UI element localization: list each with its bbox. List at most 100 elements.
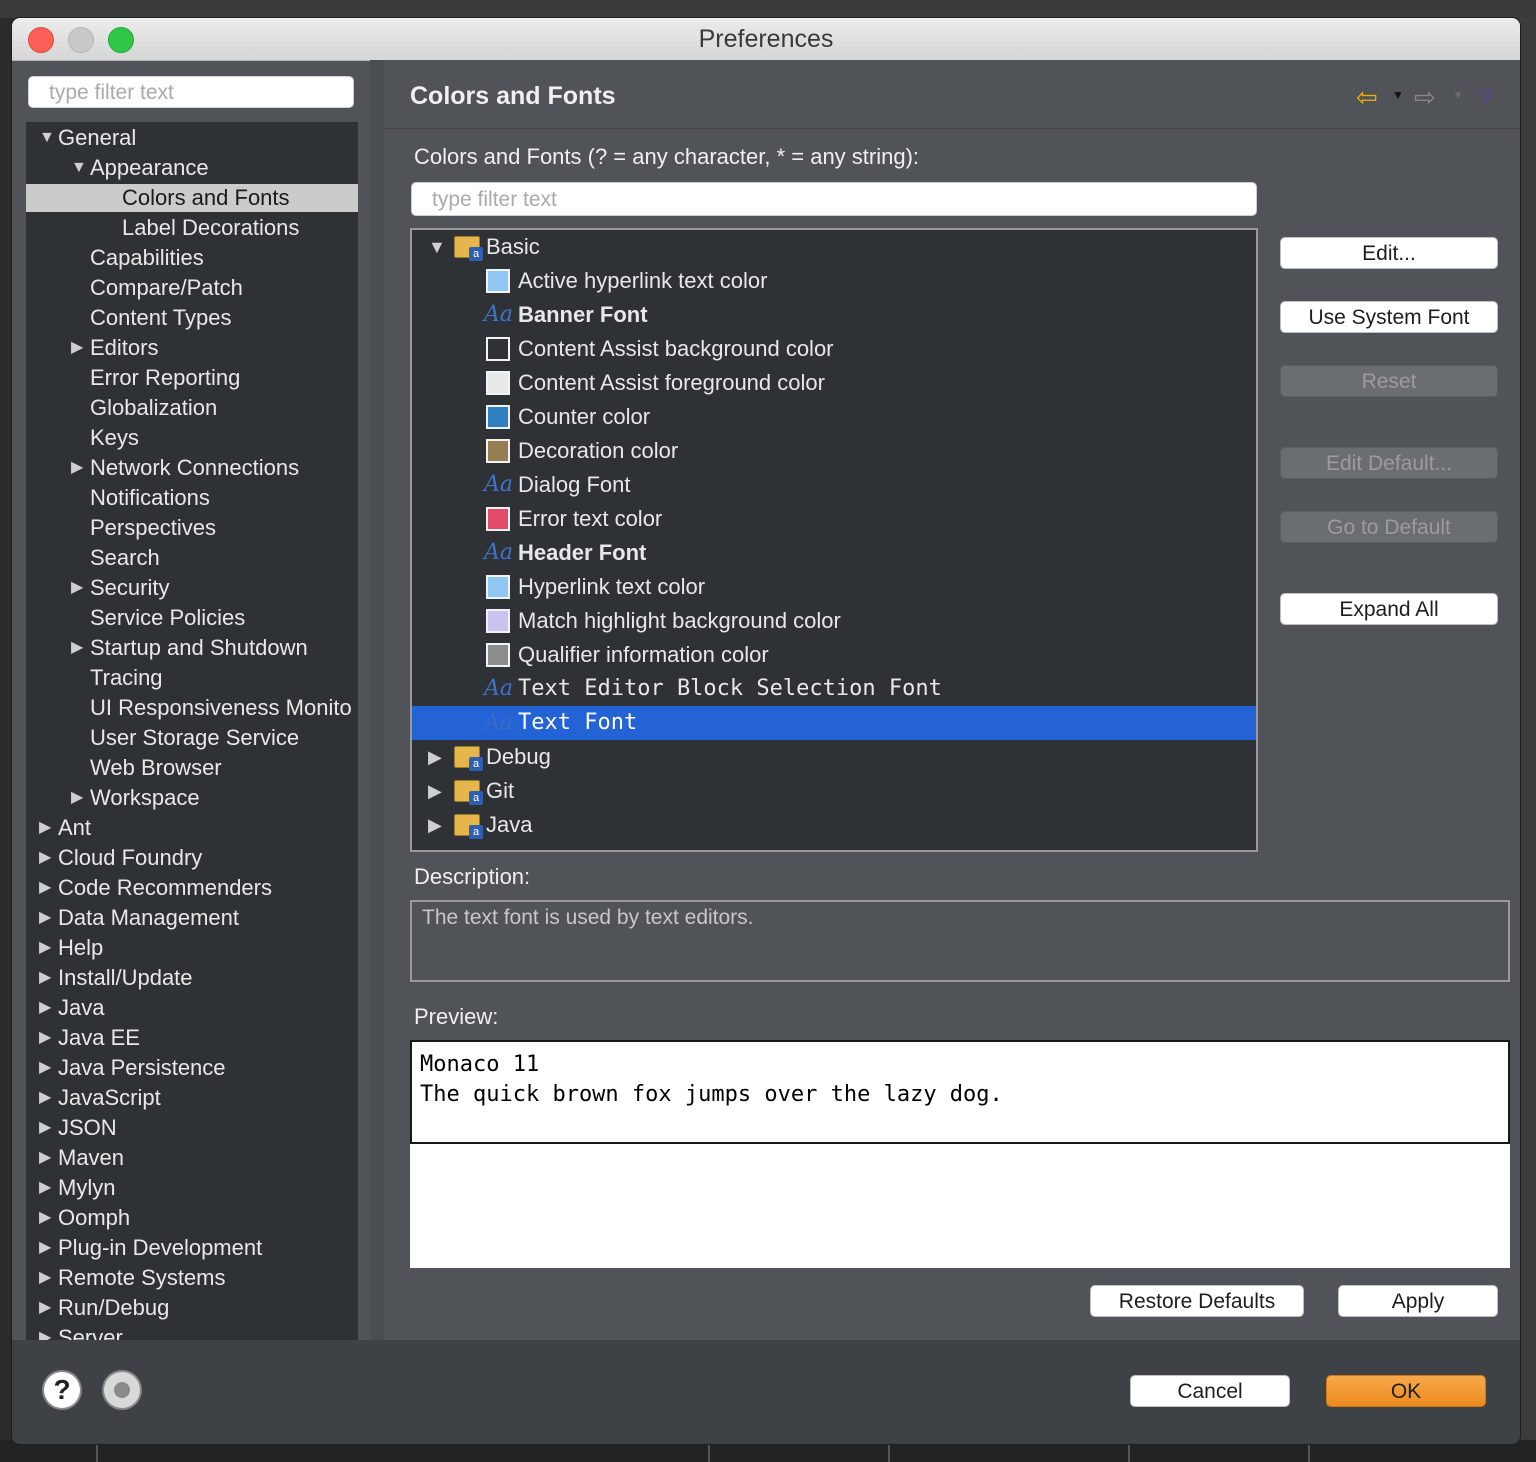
collapsed-triangle-icon[interactable]: ▶ <box>71 784 83 812</box>
restore-defaults-button[interactable]: Restore Defaults <box>1090 1285 1304 1317</box>
collapsed-triangle-icon[interactable]: ▶ <box>71 574 83 602</box>
tree-item[interactable]: ▶ Java Persistence <box>26 1054 358 1082</box>
tree-item[interactable]: ▶ Maven <box>26 1144 358 1172</box>
color-row[interactable]: Active hyperlink text color <box>412 264 1256 298</box>
collapsed-triangle-icon[interactable]: ▶ <box>428 740 442 774</box>
tree-item[interactable]: Label Decorations <box>26 214 358 242</box>
tree-item[interactable]: UI Responsiveness Monito <box>26 694 358 722</box>
font-row[interactable]: Aa Text Font <box>412 706 1256 740</box>
collapsed-triangle-icon[interactable]: ▶ <box>39 964 51 992</box>
tree-item[interactable]: Search <box>26 544 358 572</box>
font-row[interactable]: Aa Text Editor Block Selection Font <box>412 672 1256 706</box>
tree-item[interactable]: ▶ Java EE <box>26 1024 358 1052</box>
color-row[interactable]: Decoration color <box>412 434 1256 468</box>
category-row[interactable]: ▶ a Java <box>412 808 1256 842</box>
tree-item[interactable]: ▶ Run/Debug <box>26 1294 358 1322</box>
colors-fonts-tree[interactable]: ▼ a Basic Active hyperlink text color Aa Bann… <box>410 228 1258 852</box>
use-system-font-button[interactable]: Use System Font <box>1280 301 1498 333</box>
font-row[interactable]: Aa Banner Font <box>412 298 1256 332</box>
category-row[interactable]: ▼ a Basic <box>412 230 1256 264</box>
tree-item[interactable]: ▶ Network Connections <box>26 454 358 482</box>
collapsed-triangle-icon[interactable]: ▶ <box>39 934 51 962</box>
collapsed-triangle-icon[interactable]: ▶ <box>428 774 442 808</box>
collapsed-triangle-icon[interactable]: ▶ <box>39 1264 51 1292</box>
tree-item[interactable]: ▶ Workspace <box>26 784 358 812</box>
tree-item[interactable]: ▶ Plug-in Development <box>26 1234 358 1262</box>
apply-button[interactable]: Apply <box>1338 1285 1498 1317</box>
font-row[interactable]: Aa Dialog Font <box>412 468 1256 502</box>
forward-history-dropdown-icon[interactable]: ▼ <box>1452 88 1464 102</box>
category-row[interactable]: ▶ a Git <box>412 774 1256 808</box>
tree-item[interactable]: Web Browser <box>26 754 358 782</box>
help-icon[interactable]: ? <box>44 1372 80 1408</box>
tree-item[interactable]: ▶ Data Management <box>26 904 358 932</box>
category-row[interactable]: ▶ a Debug <box>412 740 1256 774</box>
collapsed-triangle-icon[interactable]: ▶ <box>39 1234 51 1262</box>
tree-item[interactable]: ▶ Install/Update <box>26 964 358 992</box>
tree-item[interactable]: ▶ Code Recommenders <box>26 874 358 902</box>
collapsed-triangle-icon[interactable]: ▶ <box>39 1294 51 1322</box>
tree-item[interactable]: Keys <box>26 424 358 452</box>
tree-item[interactable]: User Storage Service <box>26 724 358 752</box>
collapsed-triangle-icon[interactable]: ▶ <box>39 994 51 1022</box>
tree-item[interactable]: Content Types <box>26 304 358 332</box>
collapsed-triangle-icon[interactable]: ▶ <box>39 844 51 872</box>
tree-item[interactable]: ▶ Help <box>26 934 358 962</box>
tree-item[interactable]: ▶ Editors <box>26 334 358 362</box>
tree-item[interactable]: Perspectives <box>26 514 358 542</box>
collapsed-triangle-icon[interactable]: ▶ <box>39 1114 51 1142</box>
tree-item[interactable]: ▼ General <box>26 124 358 152</box>
font-row[interactable]: Aa Header Font <box>412 536 1256 570</box>
tree-item[interactable]: Service Policies <box>26 604 358 632</box>
preferences-tree[interactable]: ▼ General ▼ Appearance Colors and Fonts Label… <box>26 122 358 1342</box>
reset-button[interactable]: Reset <box>1280 365 1498 397</box>
color-row[interactable]: Content Assist foreground color <box>412 366 1256 400</box>
collapsed-triangle-icon[interactable]: ▶ <box>39 1054 51 1082</box>
expanded-triangle-icon[interactable]: ▼ <box>428 230 446 264</box>
collapsed-triangle-icon[interactable]: ▶ <box>428 808 442 842</box>
tree-item[interactable]: Globalization <box>26 394 358 422</box>
tree-item[interactable]: ▶ Security <box>26 574 358 602</box>
tree-item[interactable]: ▶ Mylyn <box>26 1174 358 1202</box>
color-row[interactable]: Counter color <box>412 400 1256 434</box>
collapsed-triangle-icon[interactable]: ▶ <box>39 1144 51 1172</box>
collapsed-triangle-icon[interactable]: ▶ <box>71 454 83 482</box>
color-row[interactable]: Hyperlink text color <box>412 570 1256 604</box>
back-arrow-icon[interactable]: ⇦ <box>1356 82 1378 113</box>
color-row[interactable]: Qualifier information color <box>412 638 1256 672</box>
oomph-preference-recorder-icon[interactable] <box>104 1372 140 1408</box>
tree-item[interactable]: Notifications <box>26 484 358 512</box>
go-to-default-button[interactable]: Go to Default <box>1280 511 1498 543</box>
colors-fonts-filter-input[interactable]: type filter text <box>411 182 1257 216</box>
collapsed-triangle-icon[interactable]: ▶ <box>39 1024 51 1052</box>
tree-item[interactable]: ▶ JavaScript <box>26 1084 358 1112</box>
tree-item[interactable]: ▶ Ant <box>26 814 358 842</box>
tree-item[interactable]: ▶ Startup and Shutdown <box>26 634 358 662</box>
tree-item[interactable]: Tracing <box>26 664 358 692</box>
collapsed-triangle-icon[interactable]: ▶ <box>71 634 83 662</box>
tree-item[interactable]: Error Reporting <box>26 364 358 392</box>
collapsed-triangle-icon[interactable]: ▶ <box>71 334 83 362</box>
preferences-filter-input[interactable]: type filter text <box>28 76 354 108</box>
collapsed-triangle-icon[interactable]: ▶ <box>39 1204 51 1232</box>
collapsed-triangle-icon[interactable]: ▶ <box>39 814 51 842</box>
cancel-button[interactable]: Cancel <box>1130 1375 1290 1407</box>
forward-arrow-icon[interactable]: ⇨ <box>1414 82 1436 113</box>
expanded-triangle-icon[interactable]: ▼ <box>39 124 55 152</box>
collapsed-triangle-icon[interactable]: ▶ <box>39 1084 51 1112</box>
edit-default-button[interactable]: Edit Default... <box>1280 447 1498 479</box>
tree-item[interactable]: ▶ JSON <box>26 1114 358 1142</box>
tree-item[interactable]: ▶ Remote Systems <box>26 1264 358 1292</box>
title-bar[interactable]: Preferences <box>12 18 1520 61</box>
tree-item[interactable]: ▼ Appearance <box>26 154 358 182</box>
tree-item[interactable]: Capabilities <box>26 244 358 272</box>
edit-button[interactable]: Edit... <box>1280 237 1498 269</box>
color-row[interactable]: Error text color <box>412 502 1256 536</box>
tree-item[interactable]: ▶ Oomph <box>26 1204 358 1232</box>
color-row[interactable]: Match highlight background color <box>412 604 1256 638</box>
collapsed-triangle-icon[interactable]: ▶ <box>39 904 51 932</box>
expand-all-button[interactable]: Expand All <box>1280 593 1498 625</box>
ok-button[interactable]: OK <box>1326 1375 1486 1407</box>
tree-item[interactable]: Colors and Fonts <box>26 184 358 212</box>
collapsed-triangle-icon[interactable]: ▶ <box>39 1174 51 1202</box>
